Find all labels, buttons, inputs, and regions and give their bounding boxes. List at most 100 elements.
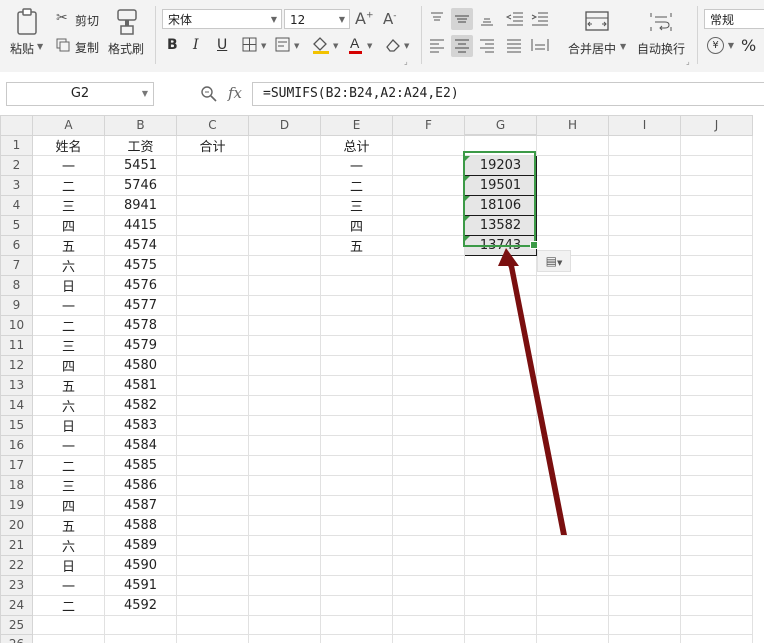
cell-c19[interactable] — [176, 494, 249, 516]
cell-c24[interactable] — [176, 594, 249, 616]
align-left-icon[interactable] — [428, 37, 446, 55]
cell-b16[interactable]: 4584 — [104, 434, 177, 456]
cell-b12[interactable]: 4580 — [104, 354, 177, 376]
cell-i10[interactable] — [608, 314, 681, 336]
cell-g26[interactable] — [464, 633, 537, 643]
cell-i8[interactable] — [608, 274, 681, 296]
cell-d18[interactable] — [248, 474, 321, 496]
cell-d3[interactable] — [248, 174, 321, 196]
border-icon[interactable]: ▼ — [242, 37, 270, 53]
cell-e23[interactable] — [320, 574, 393, 596]
cell-a8[interactable]: 日 — [32, 274, 105, 296]
cell-h20[interactable] — [536, 514, 609, 536]
cell-i21[interactable] — [608, 534, 681, 556]
cell-d7[interactable] — [248, 254, 321, 276]
column-header-d[interactable]: D — [248, 115, 321, 136]
cell-d21[interactable] — [248, 534, 321, 556]
cell-f2[interactable] — [392, 154, 465, 176]
cell-j26[interactable] — [680, 633, 753, 643]
cell-h22[interactable] — [536, 554, 609, 576]
cell-c10[interactable] — [176, 314, 249, 336]
cell-f4[interactable] — [392, 194, 465, 216]
cell-e26[interactable] — [320, 633, 393, 643]
row-header[interactable]: 16 — [0, 434, 33, 456]
cell-d5[interactable] — [248, 214, 321, 236]
cell-i15[interactable] — [608, 414, 681, 436]
cell-h21[interactable] — [536, 534, 609, 556]
cell-c3[interactable] — [176, 174, 249, 196]
cell-c23[interactable] — [176, 574, 249, 596]
cell-g23[interactable] — [464, 574, 537, 596]
cell-f16[interactable] — [392, 434, 465, 456]
cell-e12[interactable] — [320, 354, 393, 376]
increase-indent-icon[interactable] — [530, 10, 550, 28]
cell-e1[interactable]: 总计 — [320, 134, 393, 156]
cell-b10[interactable]: 4578 — [104, 314, 177, 336]
cell-f14[interactable] — [392, 394, 465, 416]
cell-j25[interactable] — [680, 614, 753, 635]
cell-j12[interactable] — [680, 354, 753, 376]
cell-c22[interactable] — [176, 554, 249, 576]
cell-f23[interactable] — [392, 574, 465, 596]
cell-d23[interactable] — [248, 574, 321, 596]
cell-d25[interactable] — [248, 614, 321, 635]
cell-b6[interactable]: 4574 — [104, 234, 177, 256]
paste-icon[interactable] — [14, 8, 40, 36]
row-header[interactable]: 15 — [0, 414, 33, 436]
cell-d11[interactable] — [248, 334, 321, 356]
cell-g22[interactable] — [464, 554, 537, 576]
cell-f18[interactable] — [392, 474, 465, 496]
cell-i12[interactable] — [608, 354, 681, 376]
row-header[interactable]: 26 — [0, 633, 33, 643]
column-header-c[interactable]: C — [176, 115, 249, 136]
cell-g2[interactable]: 19203 — [464, 154, 537, 176]
cell-a9[interactable]: 一 — [32, 294, 105, 316]
row-header[interactable]: 24 — [0, 594, 33, 616]
cell-d14[interactable] — [248, 394, 321, 416]
cell-j17[interactable] — [680, 454, 753, 476]
cell-f22[interactable] — [392, 554, 465, 576]
cell-e7[interactable] — [320, 254, 393, 276]
column-header-b[interactable]: B — [104, 115, 177, 136]
cell-f1[interactable] — [392, 134, 465, 156]
cell-h19[interactable] — [536, 494, 609, 516]
cell-j15[interactable] — [680, 414, 753, 436]
align-center-icon[interactable] — [451, 35, 473, 57]
row-header[interactable]: 7 — [0, 254, 33, 276]
cell-j14[interactable] — [680, 394, 753, 416]
cell-b3[interactable]: 5746 — [104, 174, 177, 196]
row-header[interactable]: 6 — [0, 234, 33, 256]
cell-i6[interactable] — [608, 234, 681, 256]
percent-button[interactable]: % — [741, 36, 756, 55]
row-header[interactable]: 23 — [0, 574, 33, 596]
paste-options-button[interactable]: ▤▼ — [537, 250, 571, 272]
cell-j10[interactable] — [680, 314, 753, 336]
format-painter-icon[interactable] — [115, 8, 139, 36]
cell-a25[interactable] — [32, 614, 105, 635]
cell-b5[interactable]: 4415 — [104, 214, 177, 236]
row-header[interactable]: 18 — [0, 474, 33, 496]
cell-f20[interactable] — [392, 514, 465, 536]
cell-i7[interactable] — [608, 254, 681, 276]
formula-input[interactable]: =SUMIFS(B2:B24,A2:A24,E2) — [252, 82, 764, 106]
cell-d9[interactable] — [248, 294, 321, 316]
row-header[interactable]: 11 — [0, 334, 33, 356]
cell-g3[interactable]: 19501 — [464, 174, 537, 196]
column-header-a[interactable]: A — [32, 115, 105, 136]
cell-b11[interactable]: 4579 — [104, 334, 177, 356]
cell-g9[interactable] — [464, 294, 537, 316]
cell-a23[interactable]: 一 — [32, 574, 105, 596]
cell-c16[interactable] — [176, 434, 249, 456]
cell-b20[interactable]: 4588 — [104, 514, 177, 536]
cell-c9[interactable] — [176, 294, 249, 316]
cell-f5[interactable] — [392, 214, 465, 236]
cell-c4[interactable] — [176, 194, 249, 216]
cell-e16[interactable] — [320, 434, 393, 456]
format-painter-button[interactable]: 格式刷 — [108, 40, 144, 57]
row-header[interactable]: 22 — [0, 554, 33, 576]
justify-icon[interactable] — [505, 37, 523, 55]
cell-c12[interactable] — [176, 354, 249, 376]
cell-b25[interactable] — [104, 614, 177, 635]
cell-h9[interactable] — [536, 294, 609, 316]
align-middle-icon[interactable] — [451, 8, 473, 30]
